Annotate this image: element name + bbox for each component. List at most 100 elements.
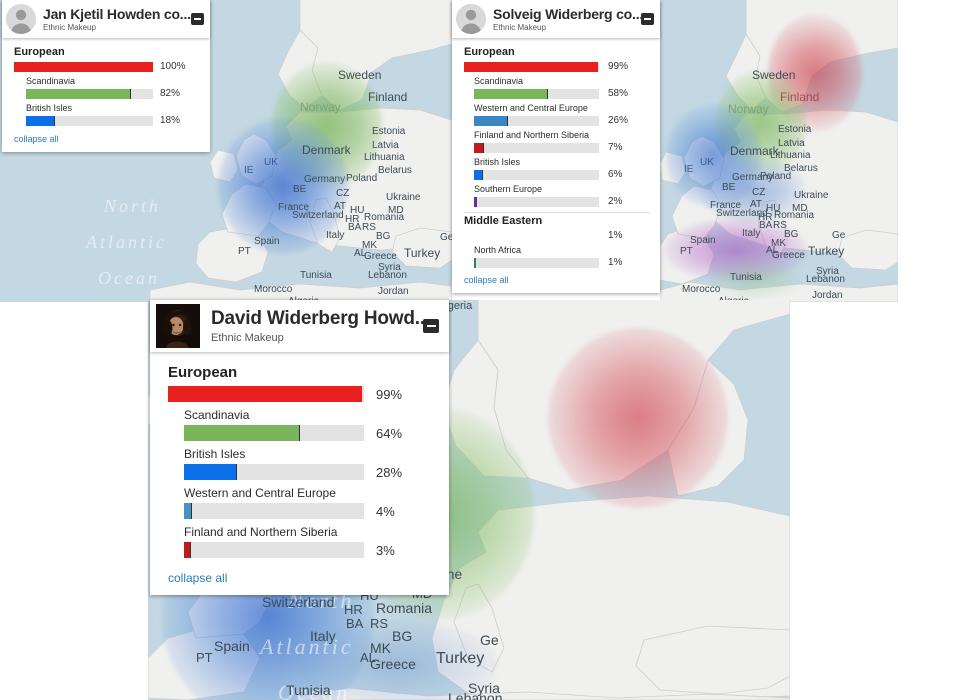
sub-ethnicity: North Africa 1% xyxy=(474,245,650,268)
bar-fill xyxy=(26,115,54,126)
portrait-photo-icon xyxy=(156,304,200,348)
bar-percent: 18% xyxy=(160,115,181,126)
bar-row[interactable]: 58% xyxy=(474,88,650,99)
bar-row[interactable]: 2% xyxy=(474,196,650,207)
sub-label: British Isles xyxy=(26,103,73,113)
bar-tick xyxy=(546,88,548,99)
map-landmass-svg xyxy=(660,0,898,302)
panel-title: David Widerberg Howd... xyxy=(211,308,423,329)
page-background-left xyxy=(0,302,148,700)
bar-track xyxy=(474,142,599,153)
bar-track xyxy=(474,196,599,207)
bar-row[interactable]: 7% xyxy=(474,142,650,153)
bar-row[interactable]: 82% xyxy=(26,88,200,99)
sub-ethnicity: Scandinavia 58% xyxy=(474,76,650,99)
bar-row[interactable]: 4% xyxy=(184,503,435,519)
minimize-button[interactable] xyxy=(191,13,204,25)
bar-percent: 82% xyxy=(160,88,181,99)
group-title: European xyxy=(168,364,238,381)
ethnicity-group: European 99% Scandinavia 64% British Isl… xyxy=(168,364,435,558)
sub-ethnicity: British Isles 18% xyxy=(26,103,200,126)
bar-percent: 99% xyxy=(376,386,403,402)
bar-row[interactable]: 6% xyxy=(474,169,650,180)
ethnicity-group: Middle Eastern 1% North Africa 1% xyxy=(464,215,650,268)
avatar-silhouette xyxy=(6,4,36,34)
ethnicity-group: European 99% Scandinavia 58% Western and… xyxy=(464,46,650,207)
group-title: European xyxy=(14,46,65,58)
bar-percent: 64% xyxy=(376,425,403,441)
bar-percent: 58% xyxy=(608,88,629,99)
ethnicity-panel-jan-kjetil[interactable]: Jan Kjetil Howden co... Ethnic Makeup Eu… xyxy=(2,0,210,152)
collapse-all-link[interactable]: collapse all xyxy=(14,134,200,144)
bar-percent: 26% xyxy=(608,115,629,126)
bar-row[interactable]: 26% xyxy=(474,115,650,126)
bar-row[interactable]: 1% xyxy=(464,230,650,241)
collapse-all-link[interactable]: collapse all xyxy=(168,571,435,585)
collapse-all-link[interactable]: collapse all xyxy=(464,275,650,285)
bar-row[interactable]: 100% xyxy=(14,61,200,72)
bar-track xyxy=(26,88,153,99)
sub-ethnicity: Finland and Northern Siberia 3% xyxy=(184,525,435,558)
panel-body: European 99% Scandinavia 58% Western and… xyxy=(452,38,660,293)
bar-percent: 6% xyxy=(608,169,623,180)
sub-label: Western and Central Europe xyxy=(184,486,336,500)
group-title: European xyxy=(464,46,515,58)
person-silhouette-icon xyxy=(6,4,36,34)
panel-header[interactable]: Solveig Widerberg co... Ethnic Makeup xyxy=(452,0,660,38)
panel-title-block: Solveig Widerberg co... Ethnic Makeup xyxy=(493,6,641,32)
bar-track xyxy=(184,425,364,441)
panel-header[interactable]: David Widerberg Howd... Ethnic Makeup xyxy=(150,300,449,352)
bar-tick xyxy=(482,142,484,153)
panel-body: European 100% Scandinavia 82% British Is… xyxy=(2,38,210,152)
ethnicity-panel-david[interactable]: David Widerberg Howd... Ethnic Makeup Eu… xyxy=(150,300,449,595)
panel-title-block: Jan Kjetil Howden co... Ethnic Makeup xyxy=(43,6,191,32)
group-title: Middle Eastern xyxy=(464,215,543,227)
sub-label: Finland and Northern Siberia xyxy=(474,130,590,140)
sub-label: Scandinavia xyxy=(184,408,250,422)
sub-ethnicity: Southern Europe 2% xyxy=(474,184,650,207)
minimize-button[interactable] xyxy=(423,319,439,333)
bar-tick xyxy=(191,503,193,519)
panel-header[interactable]: Jan Kjetil Howden co... Ethnic Makeup xyxy=(2,0,210,38)
bar-fill xyxy=(464,61,598,72)
bar-row[interactable]: 64% xyxy=(184,425,435,441)
sub-ethnicity: Western and Central Europe 26% xyxy=(474,103,650,126)
bar-track xyxy=(184,464,364,480)
bar-row[interactable]: 18% xyxy=(26,115,200,126)
bar-track xyxy=(184,503,364,519)
sub-label: Finland and Northern Siberia xyxy=(184,525,338,539)
sub-label: British Isles xyxy=(184,447,246,461)
bar-track xyxy=(184,542,364,558)
bar-percent: 4% xyxy=(376,503,395,519)
bar-percent: 1% xyxy=(608,230,623,241)
bar-track xyxy=(464,61,599,72)
minimize-button[interactable] xyxy=(641,13,654,25)
sub-label: North Africa xyxy=(474,245,522,255)
bar-fill xyxy=(184,425,300,441)
page-background-topright xyxy=(898,0,980,302)
bar-percent: 3% xyxy=(376,542,395,558)
person-silhouette-icon xyxy=(456,4,486,34)
sub-ethnicity: Scandinavia 82% xyxy=(26,76,200,99)
bar-percent: 100% xyxy=(160,61,186,72)
page-background-right xyxy=(790,302,980,700)
bar-fill xyxy=(474,115,507,126)
bar-row[interactable]: 28% xyxy=(184,464,435,480)
bar-fill xyxy=(474,257,477,268)
sub-ethnicity: Finland and Northern Siberia 7% xyxy=(474,130,650,153)
map-top-right[interactable]: Sweden Finland Norway Denmark Estonia La… xyxy=(660,0,898,302)
bar-row[interactable]: 99% xyxy=(168,386,435,402)
bar-percent: 7% xyxy=(608,142,623,153)
bar-fill xyxy=(184,503,192,519)
bar-track xyxy=(26,115,153,126)
sub-label: Southern Europe xyxy=(474,184,543,194)
bar-row[interactable]: 99% xyxy=(464,61,650,72)
minimize-icon xyxy=(644,18,651,20)
ethnicity-panel-solveig[interactable]: Solveig Widerberg co... Ethnic Makeup Eu… xyxy=(452,0,660,293)
bar-percent: 1% xyxy=(608,257,623,268)
panel-title: Jan Kjetil Howden co... xyxy=(43,6,191,22)
bar-row[interactable]: 3% xyxy=(184,542,435,558)
bar-track xyxy=(474,115,599,126)
bar-tick xyxy=(506,115,508,126)
bar-row[interactable]: 1% xyxy=(474,257,650,268)
